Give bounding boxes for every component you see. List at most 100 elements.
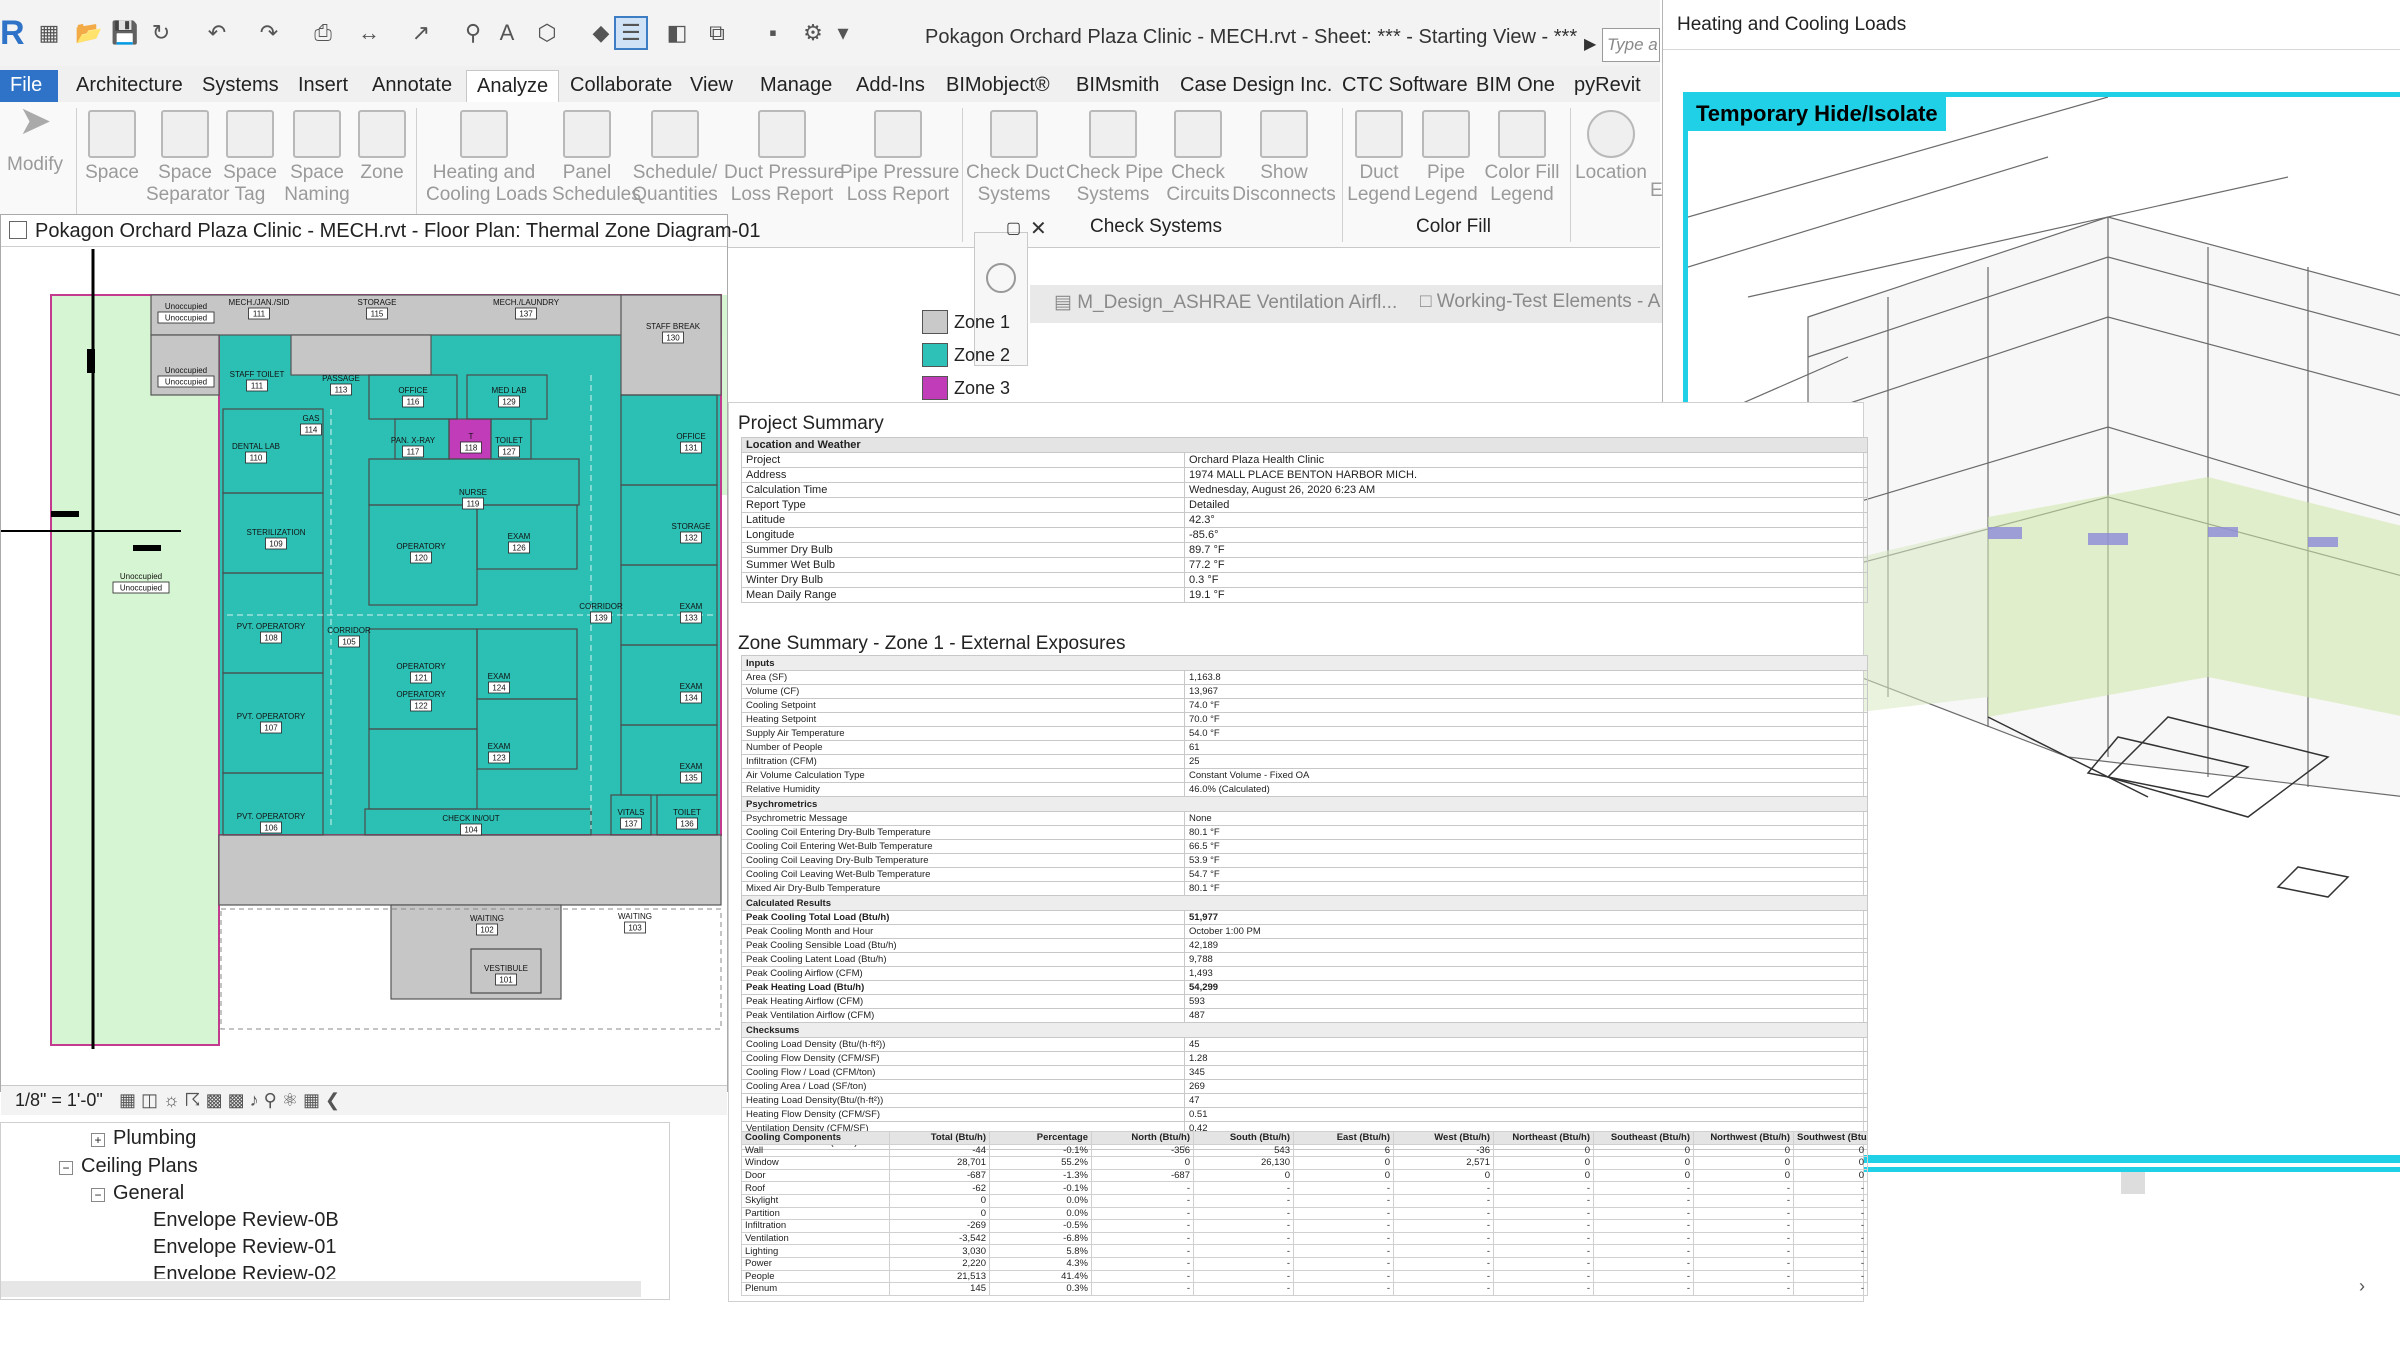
zone-label: Cooling Coil Leaving Dry-Bulb Temperatur… (741, 853, 1185, 868)
collapse-icon[interactable]: − (59, 1161, 73, 1175)
save-icon[interactable]: 💾 (108, 16, 142, 50)
tab-systems[interactable]: Systems (192, 70, 289, 102)
open-icon[interactable]: 📂 (72, 16, 106, 50)
room-name-label: STAFF TOILET (230, 370, 285, 379)
component-value: 28,701 (889, 1156, 990, 1170)
tree-item-plumbing[interactable]: + Plumbing (91, 1127, 196, 1150)
tab-bim-one[interactable]: BIM One (1466, 70, 1565, 102)
scale-label[interactable]: 1/8" = 1'-0" (15, 1090, 103, 1110)
zone-row: Cooling Flow / Load (CFM/ton) 345 (741, 1065, 1868, 1080)
component-value: -44 (889, 1143, 990, 1158)
component-value: - (1193, 1219, 1294, 1233)
room-number-label: 117 (407, 448, 420, 457)
browser-scrollbar[interactable] (1, 1281, 641, 1297)
tab-bimobject[interactable]: BIMobject® (936, 70, 1060, 102)
tab-architecture[interactable]: Architecture (66, 70, 193, 102)
search-input[interactable]: Type a k (1602, 28, 1660, 62)
doctab-working-test[interactable]: □ Working-Test Elements - A (1420, 291, 1660, 313)
tree-item-envelope-0b[interactable]: Envelope Review-0B (153, 1209, 339, 1232)
location-row: Summer Dry Bulb 89.7 °F (741, 542, 1869, 558)
tab-pyrevit[interactable]: pyRevit (1564, 70, 1651, 102)
maximize-view-icon[interactable]: ▢ (1006, 218, 1021, 238)
component-value: - (1293, 1282, 1394, 1296)
qat-dropdown-icon[interactable]: ▾ (826, 16, 860, 50)
tag-icon[interactable]: ⚲ (456, 16, 490, 50)
room-name-label: WAITING (618, 912, 652, 921)
tab-insert[interactable]: Insert (288, 70, 358, 102)
close-hidden-icon[interactable]: ◧ (660, 16, 694, 50)
settings-icon[interactable]: ⚙ (796, 16, 830, 50)
room-name-label: EXAM (680, 762, 703, 771)
heating-cooling-loads-button[interactable]: Heating and Cooling Loads (426, 110, 547, 206)
duct-legend-button[interactable]: Duct Legend (1346, 110, 1412, 206)
space-separator-button[interactable]: Space Separator (146, 110, 229, 206)
tab-manage[interactable]: Manage (750, 70, 842, 102)
measure-icon[interactable]: ↔ (352, 16, 386, 50)
pipe-pressure-loss-button[interactable]: Pipe Pressure Loss Report (840, 110, 959, 206)
expand-icon[interactable]: + (91, 1133, 105, 1147)
location-value: 1974 MALL PLACE BENTON HARBOR MICH. (1183, 467, 1869, 483)
revit-logo[interactable]: R (0, 14, 25, 52)
dimension-icon[interactable]: ↗ (404, 16, 438, 50)
check-circuits-button[interactable]: Check Circuits (1166, 110, 1230, 206)
tab-analyze[interactable]: Analyze (466, 70, 560, 102)
tree-item-ceiling-plans[interactable]: − Ceiling Plans (59, 1155, 198, 1178)
location-value: Wednesday, August 26, 2020 6:23 AM (1183, 482, 1869, 498)
tab-bimsmith[interactable]: BIMsmith (1066, 70, 1169, 102)
tree-item-general[interactable]: − General (91, 1182, 184, 1205)
tab-case-design[interactable]: Case Design Inc. (1170, 70, 1342, 102)
steering-wheel-icon[interactable] (986, 263, 1016, 293)
search-arrow-icon[interactable]: ▶ (1584, 34, 1596, 54)
space-naming-button[interactable]: Space Naming (282, 110, 352, 206)
zone-button[interactable]: Zone (354, 110, 410, 184)
tab-file[interactable]: File (0, 70, 58, 102)
print-icon[interactable]: ⎙ (306, 16, 340, 50)
sync-icon[interactable]: ↻ (144, 16, 178, 50)
component-value: - (1793, 1256, 1868, 1271)
duct-pressure-loss-button[interactable]: Duct Pressure Loss Report (724, 110, 844, 206)
pipe-legend-button[interactable]: Pipe Legend (1414, 110, 1478, 206)
thin-lines-icon[interactable]: ☰ (614, 16, 648, 50)
3d-view-icon[interactable]: ⬡ (530, 16, 564, 50)
tab-ctc-software[interactable]: CTC Software (1332, 70, 1478, 102)
check-pipe-systems-button[interactable]: Check Pipe Systems (1066, 110, 1163, 206)
modify-button[interactable]: ➤ Modify (4, 101, 66, 176)
text-icon[interactable]: A (490, 16, 524, 50)
tree-item-envelope-02[interactable]: Envelope Review-02 (153, 1263, 336, 1279)
redo-icon[interactable]: ↷ (252, 16, 286, 50)
close-view-icon[interactable]: ✕ (1030, 216, 1047, 241)
zone-row: Mixed Air Dry-Bulb Temperature 80.1 °F (741, 881, 1868, 896)
tree-item-envelope-01[interactable]: Envelope Review-01 (153, 1236, 336, 1259)
home-icon[interactable]: ▦ (32, 16, 66, 50)
tab-add-ins[interactable]: Add-Ins (846, 70, 935, 102)
space-separator-icon (161, 110, 209, 158)
document-tab-bar: ▤ M_Design_ASHRAE Ventilation Airfl... □… (1030, 285, 1670, 323)
3d-scrollbar-thumb[interactable] (2121, 1172, 2145, 1194)
show-disconnects-button[interactable]: Show Disconnects (1232, 110, 1336, 206)
panel-schedules-button[interactable]: Panel Schedules (552, 110, 641, 206)
tab-view[interactable]: View (680, 70, 743, 102)
scroll-right-icon[interactable]: › (2359, 1276, 2365, 1297)
pin-icon[interactable]: ▪ (756, 16, 790, 50)
floor-plan-canvas[interactable]: Unoccupied Unoccupied MECH./JAN./SID 111 STO… (1, 249, 727, 1049)
ribbon-overflow[interactable]: E (1650, 180, 1663, 202)
location-label: Summer Wet Bulb (741, 557, 1185, 573)
room-name-label: STERILIZATION (247, 528, 306, 537)
collapse-icon[interactable]: − (91, 1188, 105, 1202)
zone-value: 53.9 °F (1184, 853, 1868, 868)
color-fill-legend-button[interactable]: Color Fill Legend (1480, 110, 1564, 206)
check-duct-systems-button[interactable]: Check Duct Systems (966, 110, 1064, 206)
space-button[interactable]: Space (82, 110, 142, 184)
tab-collaborate[interactable]: Collaborate (560, 70, 682, 102)
view-control-icons[interactable]: ▦ ◫ ☼ ☈ ▩ ▩ ♪ ⚲ ⚛ ▦ ❮ (119, 1090, 340, 1111)
location-button[interactable]: Location (1574, 110, 1648, 184)
doctab-ventilation[interactable]: ▤ M_Design_ASHRAE Ventilation Airfl... (1054, 291, 1397, 314)
section-icon[interactable]: ◆ (584, 16, 618, 50)
space-tag-button[interactable]: Space Tag (222, 110, 278, 206)
floor-plan-view-icon (9, 221, 27, 239)
switch-windows-icon[interactable]: ⧉ (700, 16, 734, 50)
tab-annotate[interactable]: Annotate (362, 70, 462, 102)
undo-icon[interactable]: ↶ (200, 16, 234, 50)
room-name-label: MECH./JAN./SID (229, 298, 290, 307)
schedule-quantities-button[interactable]: Schedule/Quantities (630, 110, 720, 206)
